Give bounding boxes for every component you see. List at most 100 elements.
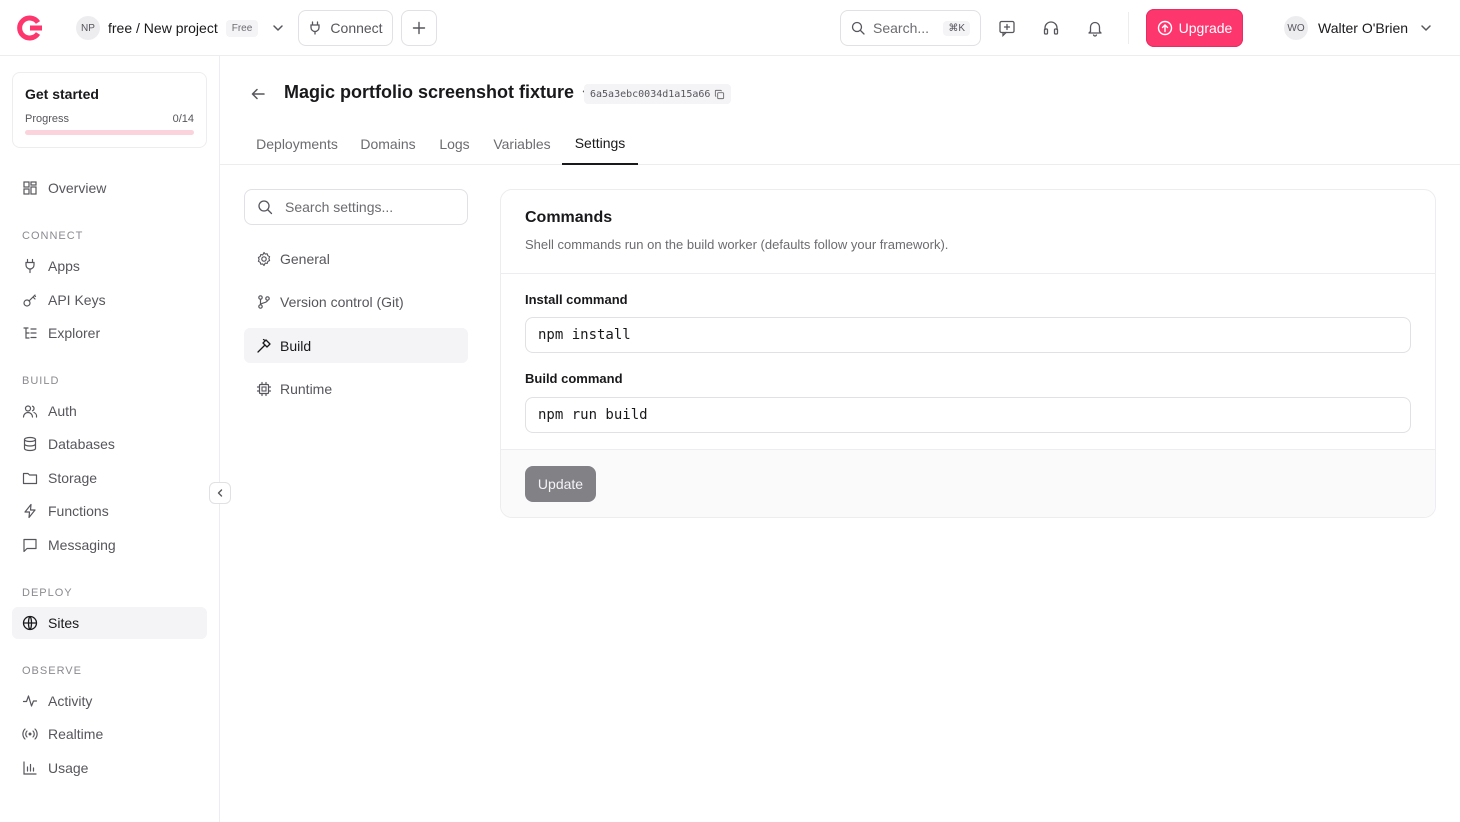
commands-title: Commands: [525, 209, 613, 226]
sidebar-item-label: Sites: [48, 615, 80, 631]
plan-badge: Free: [225, 19, 259, 37]
upgrade-arrow-icon: [1157, 20, 1173, 36]
collapse-sidebar-button[interactable]: [209, 482, 231, 504]
sidebar-item-api-keys[interactable]: API Keys: [12, 284, 207, 316]
bolt-icon: [22, 503, 38, 519]
sidebar-item-auth[interactable]: Auth: [12, 395, 207, 427]
sidebar-item-label: Overview: [48, 180, 107, 196]
commands-description: Shell commands run on the build worker (…: [525, 237, 949, 252]
get-started-card[interactable]: Get started Progress 0/14: [12, 72, 207, 148]
sidebar-item-realtime[interactable]: Realtime: [12, 718, 207, 750]
project-name: free / New project: [108, 20, 218, 36]
copy-icon: [714, 89, 725, 100]
settings-nav-version-control[interactable]: Version control (Git): [244, 284, 468, 319]
install-command-field[interactable]: [525, 317, 1411, 353]
plus-icon: [412, 21, 426, 35]
sidebar-item-label: Usage: [48, 760, 89, 776]
project-switcher[interactable]: NP free / New project Free: [70, 10, 292, 46]
settings-nav-label: Runtime: [280, 380, 333, 397]
progress-label: Progress: [25, 113, 70, 125]
install-command-label: Install command: [525, 292, 628, 307]
sidebar-item-label: Realtime: [48, 726, 104, 742]
section-observe: OBSERVE: [22, 665, 82, 677]
plug-icon: [22, 258, 38, 274]
user-avatar: WO: [1284, 16, 1308, 40]
sidebar-item-apps[interactable]: Apps: [12, 250, 207, 282]
sidebar-item-explorer[interactable]: Explorer: [12, 317, 207, 349]
page-title[interactable]: Magic portfolio screenshot fixture: [284, 82, 594, 103]
settings-search-input[interactable]: [285, 199, 445, 215]
build-command-input[interactable]: [538, 398, 1398, 432]
headset-icon[interactable]: [1039, 16, 1063, 40]
database-icon: [22, 436, 38, 452]
upgrade-button[interactable]: Upgrade: [1146, 9, 1243, 47]
tab-settings[interactable]: Settings: [562, 124, 638, 165]
feedback-icon[interactable]: [995, 16, 1019, 40]
sidebar-item-label: Auth: [48, 403, 77, 419]
sidebar-item-label: Functions: [48, 503, 109, 519]
search-placeholder: Search...: [873, 20, 930, 36]
update-button[interactable]: Update: [525, 466, 596, 502]
key-icon: [22, 292, 38, 308]
sidebar: Get started Progress 0/14 Overview CONNE…: [0, 56, 220, 822]
section-connect: CONNECT: [22, 230, 84, 242]
sidebar-item-functions[interactable]: Functions: [12, 495, 207, 527]
site-tabs: Deployments Domains Logs Variables Setti…: [220, 124, 1460, 165]
settings-search[interactable]: [244, 189, 468, 225]
appwrite-logo[interactable]: [16, 14, 44, 42]
add-button[interactable]: [401, 10, 437, 46]
grid-icon: [22, 180, 38, 196]
settings-nav-label: Version control (Git): [280, 293, 404, 310]
chevron-left-icon: [214, 487, 226, 499]
site-id-badge[interactable]: 6a5a3ebc0034d1a15a66: [584, 84, 732, 104]
sidebar-item-overview[interactable]: Overview: [12, 172, 207, 204]
tab-domains[interactable]: Domains: [360, 124, 415, 164]
user-menu[interactable]: WO Walter O'Brien: [1284, 14, 1434, 42]
user-name: Walter O'Brien: [1318, 20, 1409, 36]
plug-icon: [308, 21, 322, 35]
build-command-field[interactable]: [525, 397, 1411, 433]
sidebar-item-sites[interactable]: Sites: [12, 607, 207, 639]
sidebar-item-usage[interactable]: Usage: [12, 752, 207, 784]
sidebar-item-label: Storage: [48, 470, 98, 486]
chevron-down-icon: [1418, 20, 1434, 36]
sidebar-item-databases[interactable]: Databases: [12, 428, 207, 460]
sidebar-item-activity[interactable]: Activity: [12, 685, 207, 717]
list-tree-icon: [22, 325, 38, 341]
sidebar-item-label: Activity: [48, 693, 93, 709]
bell-icon[interactable]: [1083, 16, 1107, 40]
install-command-input[interactable]: [538, 318, 1398, 352]
build-command-label: Build command: [525, 371, 623, 386]
settings-nav-label: Build: [280, 337, 312, 354]
sidebar-item-storage[interactable]: Storage: [12, 462, 207, 494]
tab-logs[interactable]: Logs: [439, 124, 470, 164]
broadcast-icon: [22, 726, 38, 742]
sidebar-item-label: API Keys: [48, 292, 106, 308]
settings-nav-general[interactable]: General: [244, 241, 468, 276]
settings-nav-label: General: [280, 250, 330, 267]
section-deploy: DEPLOY: [22, 587, 73, 599]
settings-nav-runtime[interactable]: Runtime: [244, 371, 468, 406]
connect-label: Connect: [330, 20, 383, 36]
site-id: 6a5a3ebc0034d1a15a66: [590, 88, 711, 100]
sidebar-item-messaging[interactable]: Messaging: [12, 529, 207, 561]
project-avatar: NP: [76, 16, 100, 40]
upgrade-label: Upgrade: [1178, 20, 1233, 36]
connect-button[interactable]: Connect: [298, 10, 393, 46]
back-arrow-icon[interactable]: [248, 84, 268, 104]
activity-icon: [22, 693, 38, 709]
globe-icon: [22, 615, 38, 631]
settings-nav-build[interactable]: Build: [244, 328, 468, 363]
users-icon: [22, 403, 38, 419]
tab-variables[interactable]: Variables: [493, 124, 551, 164]
gear-icon: [256, 251, 272, 267]
bar-chart-icon: [22, 760, 38, 776]
progress-bar: [25, 130, 194, 135]
tab-deployments[interactable]: Deployments: [256, 124, 338, 164]
sidebar-item-label: Apps: [48, 258, 80, 274]
git-branch-icon: [256, 294, 272, 310]
commands-card-header: Commands Shell commands run on the build…: [501, 190, 1435, 274]
search-icon: [851, 21, 865, 35]
global-search[interactable]: Search... ⌘K: [840, 10, 981, 46]
commands-card: Commands Shell commands run on the build…: [500, 189, 1436, 518]
